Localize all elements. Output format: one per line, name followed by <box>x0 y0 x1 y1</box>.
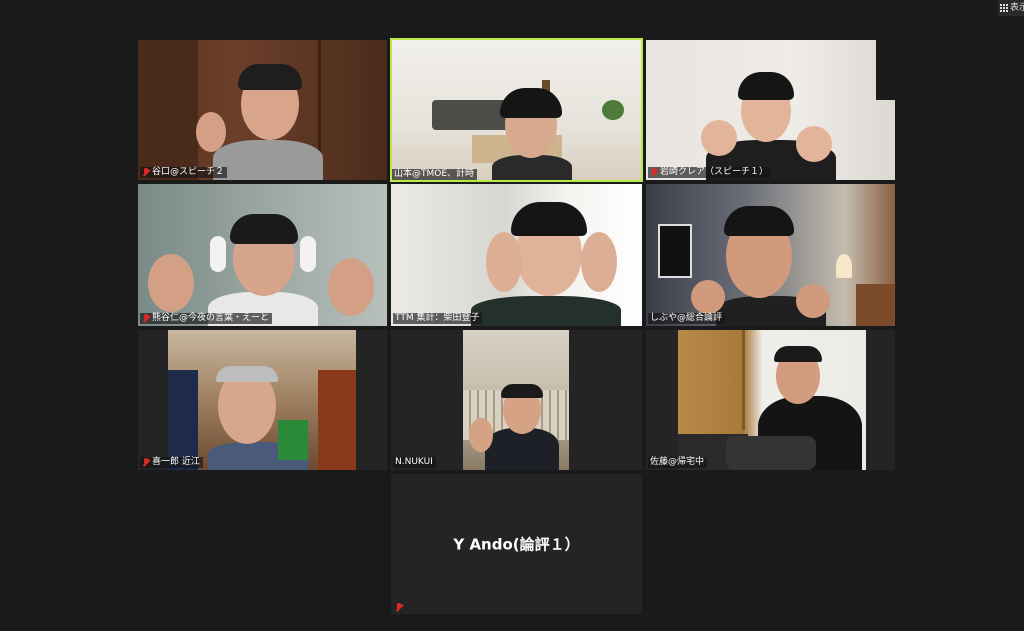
participant-name: 喜一郎 近江 <box>152 457 200 467</box>
participant-video <box>138 40 387 180</box>
participant-name-tag: 岩崎クレア（スピーチ１） <box>648 167 772 178</box>
participant-video <box>646 184 895 326</box>
participant-tile-yamamoto[interactable]: 山本@TMOE、計時 <box>390 38 643 182</box>
participant-tile-kumagai[interactable]: 熊谷仁@今夜の言葉・えーと <box>138 184 387 326</box>
participant-name-tag <box>393 603 406 612</box>
mic-muted-icon <box>142 168 150 177</box>
participant-video <box>138 184 387 326</box>
participant-name: 佐藤@帰宅中 <box>650 457 705 467</box>
mic-muted-icon <box>142 314 150 323</box>
participant-tile-shibata[interactable]: TTM 集計：柴田登子 <box>391 184 642 326</box>
participant-name: 山本@TMOE、計時 <box>394 169 475 179</box>
participant-name-tag: しぶや@総合論評 <box>648 313 726 324</box>
participant-tile-sato[interactable]: 佐藤@帰宅中 <box>646 330 895 470</box>
participant-name-tag: 佐藤@帰宅中 <box>648 457 708 468</box>
grid-view-icon <box>1000 4 1008 12</box>
participant-name: 岩崎クレア（スピーチ１） <box>660 167 769 177</box>
participant-video <box>168 330 356 470</box>
mic-muted-icon <box>650 168 658 177</box>
participant-name: N.NUKUI <box>395 457 433 467</box>
participant-video <box>646 40 895 180</box>
participant-display-name: Y Ando(論評１） <box>453 535 580 554</box>
participant-name: 熊谷仁@今夜の言葉・えーと <box>152 313 270 323</box>
participant-video <box>392 40 641 180</box>
participant-video <box>678 330 866 470</box>
participant-tile-omi[interactable]: 喜一郎 近江 <box>138 330 387 470</box>
participant-tile-ando[interactable]: Y Ando(論評１） <box>391 474 642 614</box>
participant-tile-nukui[interactable]: N.NUKUI <box>391 330 642 470</box>
participant-name: TTM 集計：柴田登子 <box>395 313 480 323</box>
mic-muted-icon <box>142 458 150 467</box>
participant-name-tag: 熊谷仁@今夜の言葉・えーと <box>140 313 273 324</box>
mic-muted-icon <box>395 603 403 612</box>
participant-tile-taniguchi[interactable]: 谷口@スピーチ２ <box>138 40 387 180</box>
participant-name-tag: 山本@TMOE、計時 <box>392 169 478 180</box>
participant-name-tag: TTM 集計：柴田登子 <box>393 313 483 324</box>
participant-tile-shibuya[interactable]: しぶや@総合論評 <box>646 184 895 326</box>
participant-name-tag: N.NUKUI <box>393 457 436 468</box>
participant-video <box>463 330 569 470</box>
participant-name-tag: 喜一郎 近江 <box>140 457 203 468</box>
view-button-label: 表示 <box>1010 3 1024 13</box>
participant-name: しぶや@総合論評 <box>650 313 723 323</box>
participant-name: 谷口@スピーチ２ <box>152 167 225 177</box>
participant-tile-iwasaki[interactable]: 岩崎クレア（スピーチ１） <box>646 40 895 180</box>
view-button[interactable]: 表示 <box>998 0 1024 16</box>
participant-name-tag: 谷口@スピーチ２ <box>140 167 228 178</box>
participant-video <box>391 184 642 326</box>
